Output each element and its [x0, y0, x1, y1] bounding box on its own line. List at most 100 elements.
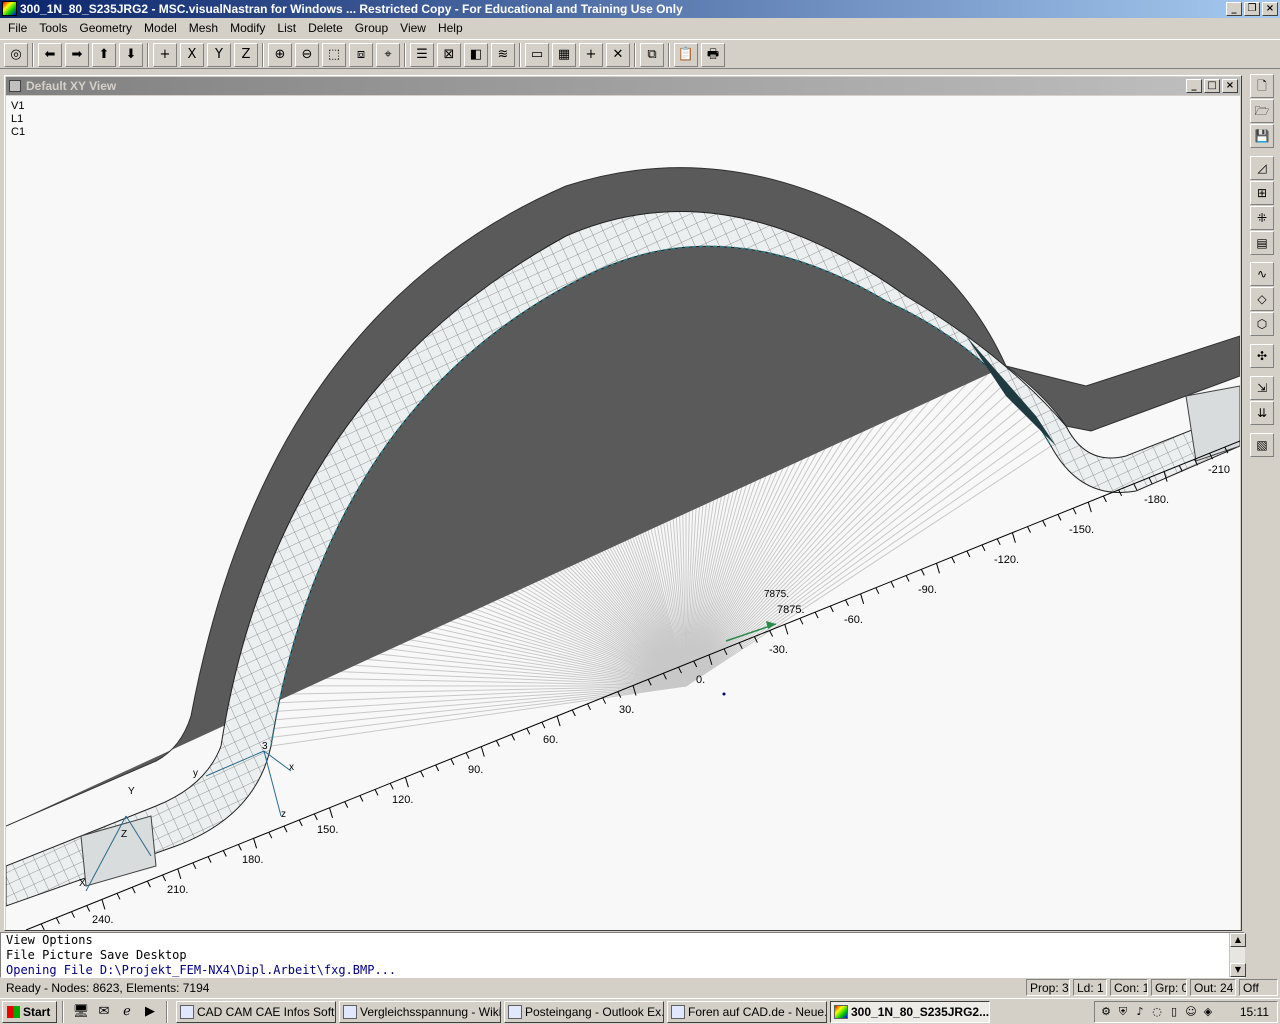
view-labels: V1 L1 C1	[11, 100, 25, 139]
display-icon[interactable]: ▯	[1167, 1005, 1181, 1019]
task-button-nastran[interactable]: 300_1N_80_S235JRG2...	[830, 1001, 990, 1023]
task-button-cad-cam[interactable]: CAD CAM CAE Infos Soft...	[176, 1001, 336, 1023]
rotate-y-label: Y	[215, 47, 223, 62]
pan-icon[interactable]: ⌖	[376, 43, 400, 67]
new-file-icon[interactable]: 🗋	[1250, 74, 1274, 98]
output-icon[interactable]: ▧	[1250, 433, 1274, 457]
system-tray: ⚙ ⛨ ♪ ◌ ▯ ☺ ◈ 15:11	[1094, 1001, 1278, 1023]
menu-delete[interactable]: Delete	[302, 19, 349, 37]
viewport-minimize-button[interactable]: _	[1186, 79, 1202, 93]
tick-label: -30.	[769, 644, 788, 656]
axis-tick	[162, 874, 167, 882]
task-button-outlook[interactable]: Posteingang - Outlook Ex...	[504, 1001, 664, 1023]
axis-tick	[860, 593, 865, 604]
tray-app-icon[interactable]: ◌	[1150, 1005, 1164, 1019]
menu-help[interactable]: Help	[432, 19, 469, 37]
messenger-icon[interactable]: ☺	[1184, 1005, 1198, 1019]
rotate-right-icon[interactable]: ➡	[65, 43, 89, 67]
axis-tick	[799, 618, 804, 625]
delete-icon[interactable]: ✕	[606, 43, 630, 67]
menu-file[interactable]: File	[2, 19, 33, 37]
value-label: 7875.	[764, 589, 790, 600]
internet-explorer-icon[interactable]: ℯ	[118, 1003, 136, 1021]
media-player-icon[interactable]: ▶	[141, 1003, 159, 1021]
curve-icon[interactable]: ∿	[1250, 262, 1274, 286]
toolbar-separator	[634, 43, 636, 67]
message-line: File Picture Save Desktop	[6, 948, 187, 962]
app-icon[interactable]	[2, 1, 17, 16]
menu-view[interactable]: View	[394, 19, 432, 37]
task-label: 300_1N_80_S235JRG2...	[851, 1005, 990, 1019]
origin-point	[722, 692, 726, 696]
element-icon[interactable]: ▤	[1250, 231, 1274, 255]
clip-icon[interactable]: ⧉	[640, 43, 664, 67]
viewport-icon[interactable]	[9, 80, 21, 92]
list-icon[interactable]: ☰	[410, 43, 434, 67]
node-icon[interactable]: ⁜	[1250, 206, 1274, 230]
rotate-left-icon[interactable]: ⬅	[38, 43, 62, 67]
viewport-close-button[interactable]: ×	[1222, 79, 1238, 93]
menu-modify[interactable]: Modify	[224, 19, 271, 37]
mesh-icon[interactable]: ⊞	[1250, 181, 1274, 205]
task-button-wikipedia[interactable]: Vergleichsspannung - Wiki...	[339, 1001, 501, 1023]
load-icon[interactable]: ⇲	[1250, 376, 1274, 400]
menu-model[interactable]: Model	[138, 19, 183, 37]
menu-geometry[interactable]: Geometry	[73, 19, 138, 37]
update-icon[interactable]: ◈	[1201, 1005, 1215, 1019]
constraint-icon[interactable]: ✣	[1250, 344, 1274, 368]
print-icon[interactable]: 🖶	[701, 43, 725, 67]
rotate-x-icon[interactable]: X	[180, 43, 204, 67]
antivirus-shield-icon[interactable]: ⛨	[1116, 1005, 1130, 1019]
center-icon[interactable]: +	[153, 43, 177, 67]
toolbar-separator	[404, 43, 406, 67]
model-canvas[interactable]: V1 L1 C1 240. 210. 180. 150. 120. 90. 60…	[6, 96, 1240, 930]
tick-label: 150.	[317, 824, 339, 836]
force-icon[interactable]: ⇊	[1250, 401, 1274, 425]
minimize-button[interactable]: _	[1226, 2, 1242, 16]
save-file-icon[interactable]: 💾	[1250, 124, 1274, 148]
open-file-icon[interactable]: 🗁	[1250, 99, 1274, 123]
viewport-title-bar: Default XY View _ □ ×	[6, 77, 1240, 95]
paste-icon[interactable]: 📋	[674, 43, 698, 67]
layers-icon[interactable]: ≋	[491, 43, 515, 67]
wireframe-icon[interactable]: ⊠	[437, 43, 461, 67]
dynamic-rotate-icon[interactable]: ◎	[4, 43, 28, 67]
grid-icon[interactable]: ▦	[552, 43, 576, 67]
rotate-y-icon[interactable]: Y	[207, 43, 231, 67]
rotate-up-icon[interactable]: ⬆	[92, 43, 116, 67]
message-scrollbar[interactable]: ▲ ▼	[1229, 933, 1246, 977]
zoom-out-icon[interactable]: ⊖	[295, 43, 319, 67]
outlook-icon[interactable]: ✉	[95, 1003, 113, 1021]
restore-button[interactable]: ❐	[1244, 2, 1260, 16]
rotate-down-icon[interactable]: ⬇	[119, 43, 143, 67]
network-icon[interactable]: ⚙	[1099, 1005, 1113, 1019]
solid-body-icon[interactable]: ⬡	[1250, 312, 1274, 336]
start-button[interactable]: Start	[2, 1001, 57, 1023]
volume-icon[interactable]: ♪	[1133, 1005, 1147, 1019]
autoscale-icon[interactable]: ⧈	[349, 43, 373, 67]
view-window-icon[interactable]: ▭	[525, 43, 549, 67]
axis-tick	[329, 807, 333, 818]
message-area[interactable]: View Options File Picture Save Desktop O…	[0, 932, 1245, 978]
view-label-v: V1	[11, 100, 25, 112]
menu-mesh[interactable]: Mesh	[183, 19, 224, 37]
menu-group[interactable]: Group	[349, 19, 394, 37]
viewport-maximize-button[interactable]: □	[1204, 79, 1220, 93]
rotate-z-icon[interactable]: Z	[234, 43, 258, 67]
scroll-up-arrow[interactable]: ▲	[1230, 933, 1246, 947]
solid-icon[interactable]: ◧	[464, 43, 488, 67]
axis-tick	[769, 630, 774, 637]
axis-tick	[374, 789, 379, 796]
close-button[interactable]: ×	[1262, 2, 1278, 16]
show-desktop-icon[interactable]: 🖥	[72, 1003, 90, 1021]
scroll-down-arrow[interactable]: ▼	[1230, 963, 1246, 977]
menu-list[interactable]: List	[271, 19, 302, 37]
geometry-icon[interactable]: ◿	[1250, 156, 1274, 180]
tick-label: -180.	[1144, 494, 1170, 506]
surface-icon[interactable]: ◇	[1250, 287, 1274, 311]
add-icon[interactable]: +	[579, 43, 603, 67]
task-button-cad-forum[interactable]: Foren auf CAD.de - Neue...	[667, 1001, 827, 1023]
menu-tools[interactable]: Tools	[33, 19, 73, 37]
zoom-window-icon[interactable]: ⬚	[322, 43, 346, 67]
zoom-in-icon[interactable]: ⊕	[268, 43, 292, 67]
